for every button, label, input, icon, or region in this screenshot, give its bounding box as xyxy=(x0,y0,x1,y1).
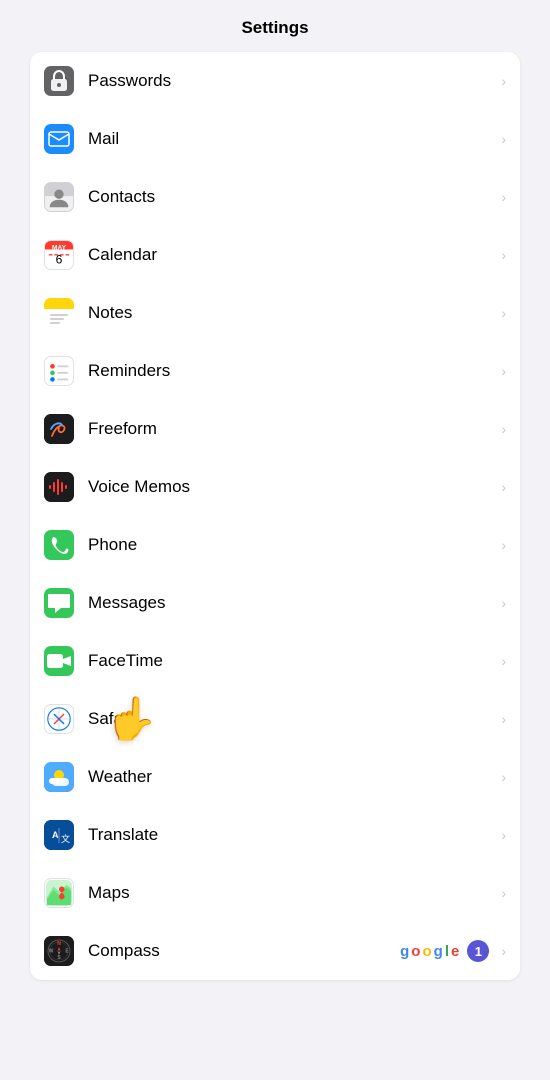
settings-row-notes[interactable]: Notes › xyxy=(30,284,520,342)
settings-row-safari[interactable]: Safari › xyxy=(30,690,520,748)
label-messages: Messages xyxy=(88,593,495,613)
app-icon-compass: N S W E xyxy=(44,936,74,966)
notification-badge: 1 xyxy=(467,940,489,962)
label-translate: Translate xyxy=(88,825,495,845)
svg-text:文: 文 xyxy=(61,833,70,844)
app-icon-voicememos xyxy=(44,472,74,502)
gm-go-text: g xyxy=(400,943,409,960)
settings-row-compass[interactable]: N S W E Compass google 1 › xyxy=(30,922,520,980)
svg-text:MAY: MAY xyxy=(52,244,67,251)
page-title: Settings xyxy=(0,0,550,52)
label-mail: Mail xyxy=(88,129,495,149)
app-icon-maps xyxy=(44,878,74,908)
settings-row-phone[interactable]: Phone › xyxy=(30,516,520,574)
settings-row-contacts[interactable]: Contacts › xyxy=(30,168,520,226)
app-icon-reminders xyxy=(44,356,74,386)
app-icon-weather xyxy=(44,762,74,792)
label-calendar: Calendar xyxy=(88,245,495,265)
chevron-compass: › xyxy=(501,943,506,959)
svg-text:N: N xyxy=(57,941,61,947)
chevron-contacts: › xyxy=(501,189,506,205)
chevron-voicememos: › xyxy=(501,479,506,495)
label-contacts: Contacts xyxy=(88,187,495,207)
settings-row-passwords[interactable]: Passwords › xyxy=(30,52,520,110)
compass-extras: google 1 xyxy=(400,940,489,962)
label-phone: Phone xyxy=(88,535,495,555)
label-passwords: Passwords xyxy=(88,71,495,91)
app-icon-safari xyxy=(44,704,74,734)
app-icon-passwords xyxy=(44,66,74,96)
chevron-reminders: › xyxy=(501,363,506,379)
chevron-passwords: › xyxy=(501,73,506,89)
settings-list: Passwords › Mail › Contacts › xyxy=(30,52,520,980)
label-compass: Compass xyxy=(88,941,400,961)
chevron-facetime: › xyxy=(501,653,506,669)
settings-row-maps[interactable]: Maps › xyxy=(30,864,520,922)
app-icon-notes xyxy=(44,298,74,328)
label-freeform: Freeform xyxy=(88,419,495,439)
app-icon-messages xyxy=(44,588,74,618)
settings-row-calendar[interactable]: MAY 6 Calendar › xyxy=(30,226,520,284)
settings-row-voicememos[interactable]: Voice Memos › xyxy=(30,458,520,516)
app-icon-contacts xyxy=(44,182,74,212)
app-icon-translate: A 文 xyxy=(44,820,74,850)
chevron-messages: › xyxy=(501,595,506,611)
app-icon-calendar: MAY 6 xyxy=(44,240,74,270)
label-facetime: FaceTime xyxy=(88,651,495,671)
svg-text:W: W xyxy=(49,949,54,955)
app-icon-facetime xyxy=(44,646,74,676)
chevron-weather: › xyxy=(501,769,506,785)
app-icon-freeform xyxy=(44,414,74,444)
settings-row-weather[interactable]: Weather › xyxy=(30,748,520,806)
chevron-safari: › xyxy=(501,711,506,727)
settings-row-freeform[interactable]: Freeform › xyxy=(30,400,520,458)
chevron-phone: › xyxy=(501,537,506,553)
app-icon-phone xyxy=(44,530,74,560)
label-voicememos: Voice Memos xyxy=(88,477,495,497)
settings-row-translate[interactable]: A 文 Translate › xyxy=(30,806,520,864)
chevron-mail: › xyxy=(501,131,506,147)
chevron-calendar: › xyxy=(501,247,506,263)
svg-text:A: A xyxy=(52,830,59,840)
label-reminders: Reminders xyxy=(88,361,495,381)
label-maps: Maps xyxy=(88,883,495,903)
settings-row-facetime[interactable]: FaceTime › xyxy=(30,632,520,690)
chevron-maps: › xyxy=(501,885,506,901)
app-icon-mail xyxy=(44,124,74,154)
settings-row-reminders[interactable]: Reminders › xyxy=(30,342,520,400)
settings-row-messages[interactable]: Messages › xyxy=(30,574,520,632)
chevron-freeform: › xyxy=(501,421,506,437)
google-maps-badge: google xyxy=(400,943,459,960)
settings-row-mail[interactable]: Mail › xyxy=(30,110,520,168)
chevron-translate: › xyxy=(501,827,506,843)
chevron-notes: › xyxy=(501,305,506,321)
label-weather: Weather xyxy=(88,767,495,787)
label-safari: Safari xyxy=(88,709,495,729)
label-notes: Notes xyxy=(88,303,495,323)
